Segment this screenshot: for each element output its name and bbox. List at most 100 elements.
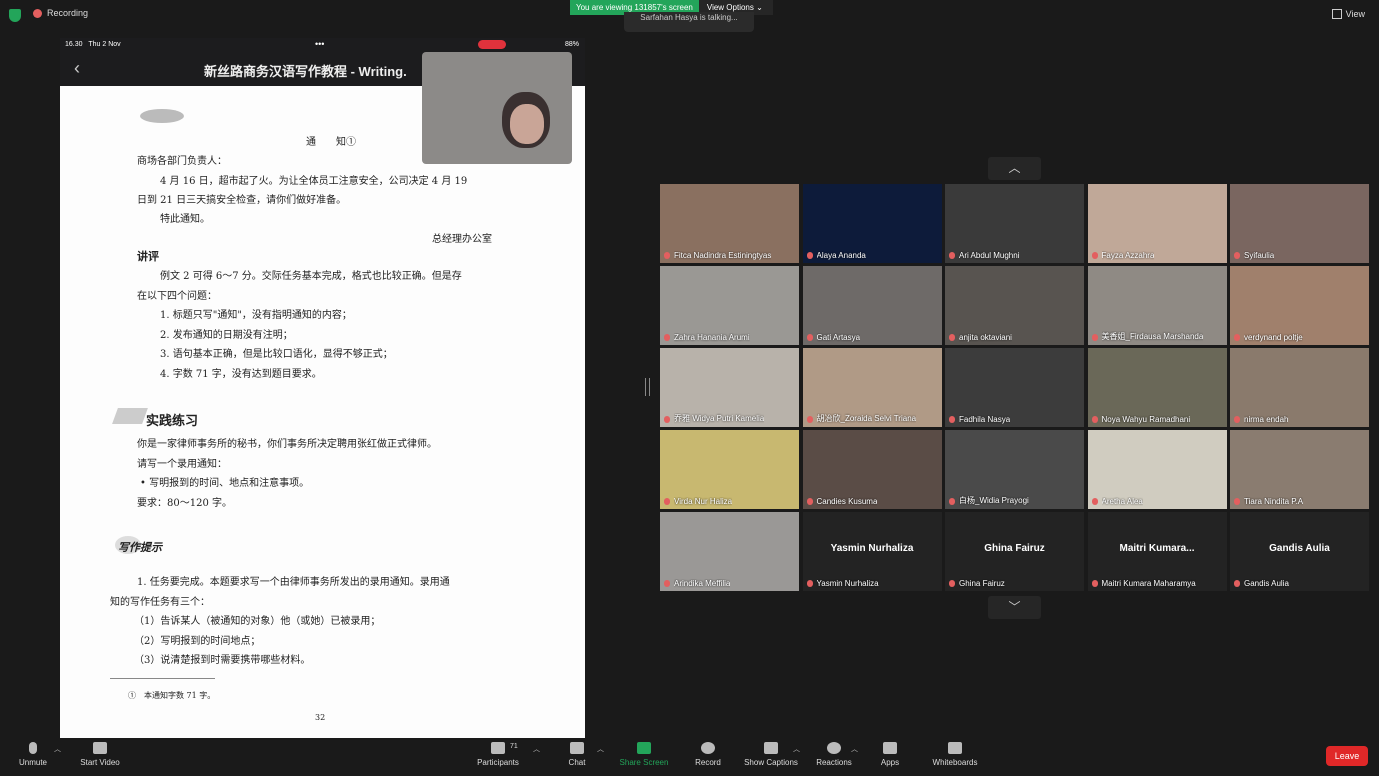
record-icon bbox=[701, 742, 715, 754]
view-options-label: View Options bbox=[706, 3, 754, 12]
reactions-label: Reactions bbox=[816, 758, 852, 767]
unmute-button[interactable]: Unmute bbox=[14, 742, 52, 767]
participant-tile[interactable]: Noya Wahyu Ramadhani bbox=[1087, 348, 1227, 427]
participant-tile[interactable]: 胡冶欣_Zoraida Selvi Triana bbox=[802, 348, 942, 427]
muted-mic-icon bbox=[806, 252, 813, 259]
participant-tile[interactable]: Alaya Ananda bbox=[802, 184, 942, 263]
apps-icon bbox=[883, 742, 897, 754]
book-title: 新丝路商务汉语写作教程 - Writing. bbox=[204, 64, 407, 79]
participant-name: Gati Artasya bbox=[816, 333, 861, 342]
whiteboards-label: Whiteboards bbox=[932, 758, 978, 767]
muted-mic-icon bbox=[1234, 416, 1240, 423]
audio-options-caret[interactable]: ︿ bbox=[54, 744, 61, 754]
participant-tile[interactable]: Ari Abdul Mughni bbox=[945, 184, 1084, 263]
split-view-handle[interactable] bbox=[645, 378, 650, 396]
apps-button[interactable]: Apps bbox=[876, 742, 904, 767]
participant-tile[interactable]: Yasmin Nurhaliza Yasmin Nurhaliza bbox=[802, 512, 942, 591]
participant-name: Fitca Nadindra Estiningtyas bbox=[674, 251, 772, 260]
participant-display-name: Ghina Fairuz bbox=[984, 543, 1045, 554]
muted-mic-icon bbox=[949, 334, 955, 341]
muted-mic-icon bbox=[1234, 498, 1240, 505]
security-shield-icon[interactable] bbox=[9, 9, 21, 22]
whiteboards-button[interactable]: Whiteboards bbox=[928, 742, 982, 767]
muted-mic-icon bbox=[29, 742, 37, 754]
participants-label: Participants bbox=[477, 758, 519, 767]
notice-signature: 总经理办公室 bbox=[432, 234, 492, 245]
participant-tile[interactable]: 白杨_Widia Prayogi bbox=[945, 430, 1084, 509]
participant-tile[interactable]: Fayza Azzahra bbox=[1087, 184, 1227, 263]
reactions-button[interactable]: Reactions bbox=[812, 742, 856, 767]
scroll-down-button[interactable]: ﹀ bbox=[988, 596, 1041, 619]
participant-tile[interactable]: Fadhila Nasya bbox=[945, 348, 1084, 427]
chat-button[interactable]: Chat bbox=[563, 742, 591, 767]
talking-indicator: Sarfahan Hasya is talking... bbox=[624, 12, 754, 32]
muted-mic-icon bbox=[806, 498, 813, 505]
commentary-2: 在以下四个问题： bbox=[137, 291, 217, 302]
reactions-smiley-icon bbox=[827, 742, 841, 754]
recording-indicator[interactable]: Recording bbox=[33, 8, 88, 18]
ipad-more-icon: ••• bbox=[315, 39, 325, 49]
tip-2: 知的写作任务有三个： bbox=[110, 597, 210, 608]
notice-title: 通 知① bbox=[306, 137, 356, 148]
muted-mic-icon bbox=[1234, 334, 1240, 341]
participant-tile[interactable]: Candies Kusuma bbox=[802, 430, 942, 509]
participant-tile[interactable]: Zahra Hanania Arumi bbox=[660, 266, 799, 345]
muted-mic-icon bbox=[806, 416, 813, 423]
view-grid-icon bbox=[1331, 9, 1342, 19]
participant-tile[interactable]: Arindika Meffilia bbox=[660, 512, 799, 591]
participant-tile[interactable]: Tiara Nindita P.A bbox=[1230, 430, 1369, 509]
participant-tile[interactable]: Syifaulia bbox=[1230, 184, 1369, 263]
muted-mic-icon bbox=[949, 580, 955, 587]
scroll-up-button[interactable]: ︿ bbox=[988, 157, 1041, 180]
participant-tile[interactable]: verdynand poltje bbox=[1230, 266, 1369, 345]
participant-display-name: Maitri Kumara... bbox=[1119, 543, 1195, 554]
practice-2: 请写一个录用通知： bbox=[137, 459, 227, 470]
participant-display-name: Yasmin Nurhaliza bbox=[830, 543, 914, 554]
unmute-label: Unmute bbox=[18, 758, 47, 767]
participant-tile[interactable]: anjita oktaviani bbox=[945, 266, 1084, 345]
participant-tile[interactable]: Ghina Fairuz Ghina Fairuz bbox=[945, 512, 1084, 591]
muted-mic-icon bbox=[1091, 416, 1098, 423]
participant-name: Maitri Kumara Maharamya bbox=[1101, 579, 1196, 588]
notice-body-1: 4 月 16 日，超市起了火。为让全体员工注意安全，公司决定 4 月 19 bbox=[160, 176, 468, 187]
muted-mic-icon bbox=[1091, 580, 1098, 587]
issue-item: 1. 标题只写"通知"，没有指明通知的内容； bbox=[160, 310, 352, 321]
page-number: 32 bbox=[315, 713, 326, 722]
participant-name: Syifaulia bbox=[1244, 251, 1275, 260]
share-screen-button[interactable]: Share Screen bbox=[617, 742, 671, 767]
participants-count: 71 bbox=[510, 743, 518, 750]
chat-caret[interactable]: ︿ bbox=[597, 744, 604, 754]
participant-tile[interactable]: nirma endah bbox=[1230, 348, 1369, 427]
pen-illustration bbox=[112, 408, 148, 424]
participants-caret[interactable]: ︿ bbox=[533, 744, 540, 754]
muted-mic-icon bbox=[949, 416, 955, 423]
recording-label: Recording bbox=[47, 8, 89, 18]
record-button[interactable]: Record bbox=[692, 742, 724, 767]
ipad-time: 16.30 Thu 2 Nov bbox=[65, 41, 121, 48]
participant-tile[interactable]: Aretha Alea bbox=[1087, 430, 1227, 509]
participant-name: Ghina Fairuz bbox=[959, 579, 1005, 588]
notice-body-2: 日到 21 日三天搞安全检查，请你们做好准备。 bbox=[137, 195, 347, 206]
leave-button[interactable]: Leave bbox=[1326, 746, 1368, 766]
start-video-button[interactable]: Start Video bbox=[76, 742, 124, 767]
reactions-caret[interactable]: ︿ bbox=[851, 744, 858, 754]
participant-tile[interactable]: Gandis Aulia Gandis Aulia bbox=[1230, 512, 1369, 591]
view-button[interactable]: View bbox=[1331, 9, 1365, 19]
participant-name: nirma endah bbox=[1244, 415, 1289, 424]
commentary-1: 例文 2 可得 6～7 分。交际任务基本完成，格式也比较正确。但是存 bbox=[160, 271, 462, 282]
participant-tile[interactable]: 乔雅 Widya Putri Kamelia bbox=[660, 348, 799, 427]
participant-tile[interactable]: Gati Artasya bbox=[802, 266, 942, 345]
view-label: View bbox=[1345, 9, 1365, 19]
participant-tile[interactable]: 美香姐_Firdausa Marshanda bbox=[1087, 266, 1227, 345]
participant-tile[interactable]: Fitca Nadindra Estiningtyas bbox=[660, 184, 799, 263]
self-view-video[interactable] bbox=[422, 52, 572, 164]
captions-caret[interactable]: ︿ bbox=[793, 744, 800, 754]
participant-tile[interactable]: Virda Nur Haliza bbox=[660, 430, 799, 509]
record-label: Record bbox=[695, 758, 721, 767]
participant-tile[interactable]: Maitri Kumara... Maitri Kumara Maharamya bbox=[1087, 512, 1227, 591]
muted-mic-icon bbox=[806, 580, 813, 587]
tips-heading: 写作提示 bbox=[118, 541, 162, 554]
share-screen-label: Share Screen bbox=[619, 758, 669, 767]
book-page: 通 知① 商场各部门负责人： 4 月 16 日，超市起了火。为让全体员工注意安全… bbox=[60, 86, 585, 738]
practice-4: 要求：80～120 字。 bbox=[137, 498, 232, 509]
